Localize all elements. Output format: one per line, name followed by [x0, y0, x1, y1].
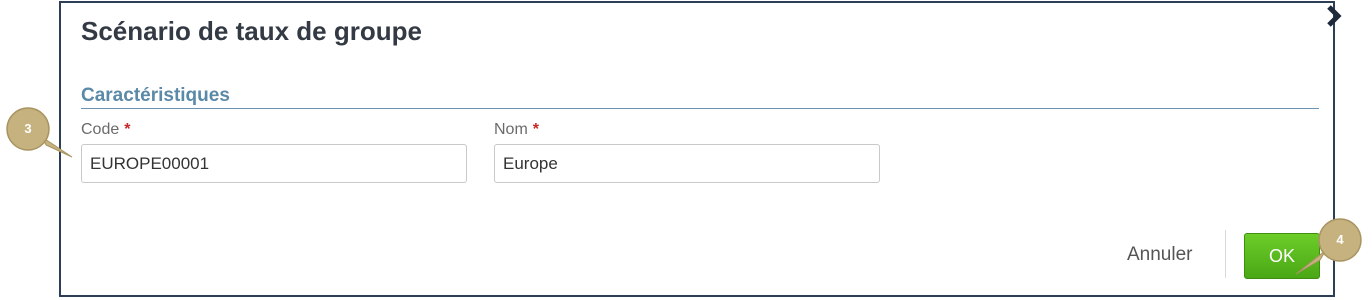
nom-input[interactable]	[494, 144, 880, 183]
footer-divider	[1225, 230, 1226, 278]
section-title: Caractéristiques	[81, 85, 230, 106]
nom-label: Nom *	[494, 121, 539, 139]
callout-number-3: 3	[24, 121, 32, 136]
callout-badge-3: 3	[4, 107, 73, 158]
callout-badge-4: 4	[1295, 218, 1364, 275]
cancel-button[interactable]: Annuler	[1127, 240, 1193, 270]
required-marker: *	[532, 121, 540, 138]
callout-number-4: 4	[1336, 232, 1344, 247]
section-divider	[81, 108, 1319, 109]
required-marker: *	[124, 121, 131, 138]
code-input[interactable]	[81, 144, 467, 183]
dialog: Scénario de taux de groupe Caractéristiq…	[59, 1, 1342, 297]
close-icon[interactable]	[1324, 3, 1344, 29]
dialog-title: Scénario de taux de groupe	[81, 16, 422, 46]
code-label: Code *	[81, 121, 130, 139]
nom-label-text: Nom	[494, 121, 528, 138]
code-label-text: Code	[81, 121, 120, 138]
